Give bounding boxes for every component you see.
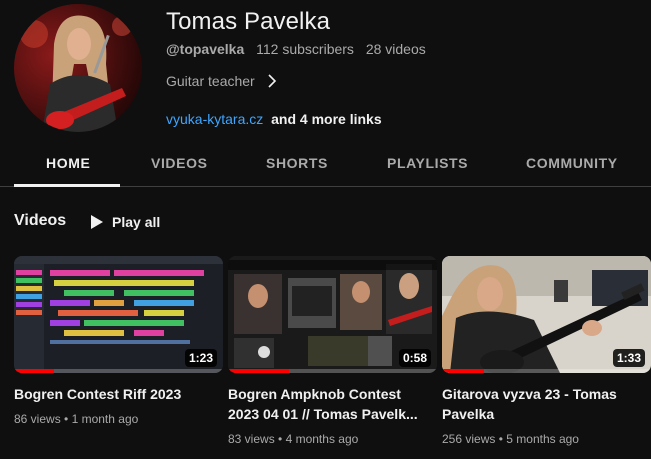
dot-separator: • xyxy=(278,432,286,446)
video-meta: 83 views • 4 months ago xyxy=(228,430,437,448)
active-tab-indicator xyxy=(14,184,120,187)
view-count: 256 views xyxy=(442,432,496,446)
description-text: Guitar teacher xyxy=(166,73,255,89)
video-card[interactable]: 1:23 Bogren Contest Riff 2023 86 views •… xyxy=(14,256,223,428)
section-title: Videos xyxy=(14,212,67,229)
video-meta: 86 views • 1 month ago xyxy=(14,410,223,428)
channel-name: Tomas Pavelka xyxy=(166,8,331,35)
tab-videos[interactable]: VIDEOS xyxy=(151,155,208,171)
upload-age: 1 month ago xyxy=(71,412,139,426)
video-title[interactable]: Bogren Contest Riff 2023 xyxy=(14,384,219,404)
chevron-right-icon xyxy=(268,74,276,88)
watch-progress-bar xyxy=(442,369,484,373)
view-count: 86 views xyxy=(14,412,61,426)
upload-age: 4 months ago xyxy=(285,432,359,446)
duration-badge: 1:33 xyxy=(612,349,645,367)
tab-playlists[interactable]: PLAYLISTS xyxy=(387,155,468,171)
tab-community[interactable]: COMMUNITY xyxy=(526,155,618,171)
tab-shorts[interactable]: SHORTS xyxy=(266,155,328,171)
channel-tabs: HOME VIDEOS SHORTS PLAYLISTS COMMUNITY xyxy=(0,143,651,187)
video-thumbnail[interactable]: 0:58 xyxy=(228,256,437,373)
channel-description[interactable]: Guitar teacher xyxy=(166,73,277,89)
dot-separator: • xyxy=(64,412,72,426)
video-card[interactable]: 1:33 Gitarova vyzva 23 - Tomas Pavelka 2… xyxy=(442,256,651,448)
channel-handle: @topavelka xyxy=(166,41,245,57)
video-thumbnail[interactable]: 1:33 xyxy=(442,256,651,373)
tab-home[interactable]: HOME xyxy=(46,155,90,171)
duration-badge: 0:58 xyxy=(398,349,431,367)
duration-badge: 1:23 xyxy=(184,349,217,367)
watch-progress-bar xyxy=(228,369,289,373)
channel-avatar[interactable] xyxy=(14,4,142,132)
play-icon xyxy=(91,215,103,229)
channel-link[interactable]: vyuka-kytara.cz xyxy=(166,111,263,127)
video-count: 28 videos xyxy=(365,41,426,57)
video-card[interactable]: 0:58 Bogren Ampknob Contest 2023 04 01 /… xyxy=(228,256,437,448)
upload-age: 5 months ago xyxy=(506,432,579,446)
more-links-button[interactable]: and 4 more links xyxy=(271,111,381,127)
channel-meta: @topavelka 112 subscribers 28 videos xyxy=(166,41,426,57)
play-all-label: Play all xyxy=(112,214,161,230)
watch-progress-bar xyxy=(14,369,54,373)
avatar-image xyxy=(14,4,142,132)
channel-links: vyuka-kytara.cz and 4 more links xyxy=(166,111,382,127)
video-thumbnail[interactable]: 1:23 xyxy=(14,256,223,373)
subscriber-count: 112 subscribers xyxy=(256,41,354,57)
video-title[interactable]: Bogren Ampknob Contest 2023 04 01 // Tom… xyxy=(228,384,433,424)
play-all-button[interactable]: Play all xyxy=(84,207,166,237)
video-meta: 256 views • 5 months ago xyxy=(442,430,651,448)
video-title[interactable]: Gitarova vyzva 23 - Tomas Pavelka xyxy=(442,384,647,424)
view-count: 83 views xyxy=(228,432,275,446)
